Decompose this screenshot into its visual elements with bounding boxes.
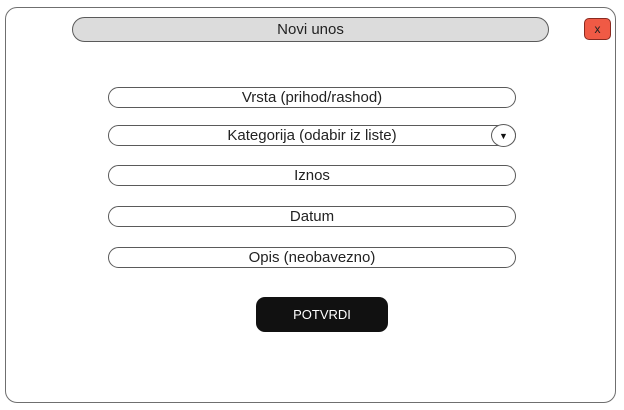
dialog-title-text: Novi unos	[277, 21, 344, 38]
description-field-label: Opis (neobavezno)	[248, 249, 376, 266]
amount-field-label: Iznos	[294, 167, 330, 184]
amount-field[interactable]: Iznos	[108, 165, 516, 186]
confirm-button[interactable]: POTVRDI	[256, 297, 388, 332]
category-select[interactable]: Kategorija (odabir iz liste) ▼	[108, 124, 516, 147]
category-select-label: Kategorija (odabir iz liste)	[227, 127, 397, 144]
close-icon: x	[594, 22, 601, 36]
close-button[interactable]: x	[584, 18, 611, 40]
date-field-label: Datum	[289, 208, 335, 225]
description-field[interactable]: Opis (neobavezno)	[108, 247, 516, 268]
dialog-title: Novi unos	[72, 17, 549, 42]
dropdown-glyph: ▼	[499, 130, 508, 141]
type-field[interactable]: Vrsta (prihod/rashod)	[108, 87, 516, 108]
type-field-label: Vrsta (prihod/rashod)	[241, 89, 383, 106]
chevron-down-icon[interactable]: ▼	[491, 124, 516, 147]
confirm-button-label: POTVRDI	[293, 307, 351, 322]
date-field[interactable]: Datum	[108, 206, 516, 227]
dialog-window: Novi unos x Vrsta (prihod/rashod) Katego…	[5, 7, 616, 403]
